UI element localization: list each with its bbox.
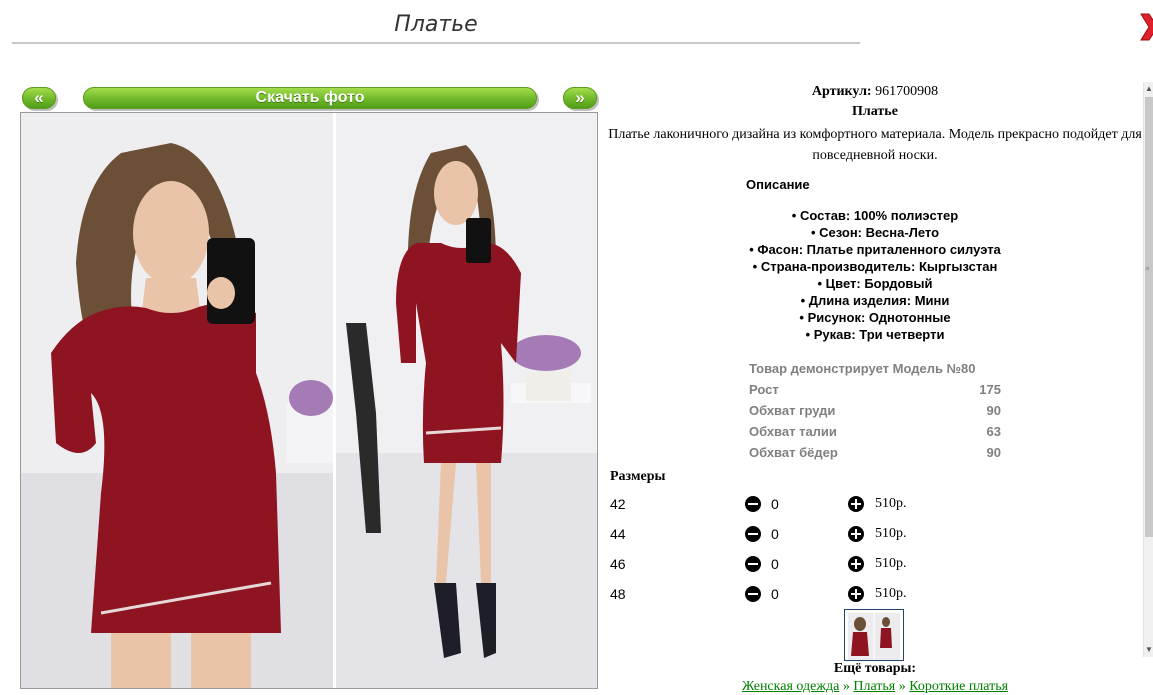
minus-icon[interactable] <box>745 496 761 512</box>
article-value: 961700908 <box>875 84 939 99</box>
next-photo-button[interactable]: » <box>563 87 597 109</box>
photo-thumbnail[interactable] <box>844 609 904 661</box>
scrollbar-thumb[interactable] <box>1145 97 1153 537</box>
download-photo-button[interactable]: Скачать фото <box>83 87 537 109</box>
property-item: • Цвет: Бордовый <box>817 276 933 291</box>
page-title: Платье <box>12 10 860 44</box>
size-price: 510р. <box>875 586 907 601</box>
measurement-row: Обхват бёдер 90 <box>749 445 1001 460</box>
property-list: • Состав: 100% полиэстер • Сезон: Весна-… <box>606 207 1144 343</box>
size-row: 48 0 510р. <box>610 584 930 604</box>
minus-icon[interactable] <box>745 586 761 602</box>
property-item: • Фасон: Платье приталенного силуэта <box>749 242 1001 257</box>
size-quantity: 0 <box>771 526 779 542</box>
size-quantity: 0 <box>771 496 779 512</box>
property-item: • Длина изделия: Мини <box>800 293 950 308</box>
scroll-down-icon[interactable]: ▼ <box>1144 645 1153 655</box>
grip-icon: ≡ <box>1145 264 1150 273</box>
breadcrumb-link[interactable]: Платья <box>853 679 895 694</box>
sizes-heading: Размеры <box>610 469 666 484</box>
prev-photo-button[interactable]: « <box>22 87 56 109</box>
size-row: 42 0 510р. <box>610 494 930 514</box>
plus-icon[interactable] <box>848 496 864 512</box>
size-row: 44 0 510р. <box>610 524 930 544</box>
product-photo <box>20 112 598 689</box>
breadcrumb-separator: » <box>842 679 850 694</box>
size-label: 46 <box>610 556 626 572</box>
breadcrumb: Женская одежда » Платья » Короткие плать… <box>606 679 1144 695</box>
size-quantity: 0 <box>771 586 779 602</box>
size-price: 510р. <box>875 556 907 571</box>
close-icon <box>1135 12 1153 42</box>
property-item: • Страна-производитель: Кыргызстан <box>752 259 998 274</box>
breadcrumb-separator: » <box>898 679 906 694</box>
size-price: 510р. <box>875 496 907 511</box>
description-heading: Описание <box>746 177 810 192</box>
size-row: 46 0 510р. <box>610 554 930 574</box>
property-item: • Состав: 100% полиэстер <box>791 208 959 223</box>
breadcrumb-link[interactable]: Женская одежда <box>742 679 839 694</box>
size-label: 44 <box>610 526 626 542</box>
breadcrumb-link[interactable]: Короткие платья <box>909 679 1008 694</box>
size-label: 48 <box>610 586 626 602</box>
vertical-scrollbar[interactable]: ▲ ≡ ▼ <box>1143 82 1153 657</box>
article-label: Артикул: <box>811 84 872 99</box>
more-products-heading: Ещё товары: <box>833 661 917 676</box>
product-name: Платье <box>852 104 898 119</box>
property-item: • Рисунок: Однотонные <box>799 310 951 325</box>
property-item: • Сезон: Весна-Лето <box>810 225 940 240</box>
size-quantity: 0 <box>771 556 779 572</box>
product-description: Платье лаконичного дизайна из комфортног… <box>608 127 1142 163</box>
measurement-row: Обхват груди 90 <box>749 403 1001 418</box>
measurement-row: Рост 175 <box>749 382 1001 397</box>
photo-right <box>336 113 597 688</box>
close-button[interactable] <box>1135 12 1153 42</box>
plus-icon[interactable] <box>848 526 864 542</box>
scroll-up-icon[interactable]: ▲ <box>1144 84 1153 94</box>
size-label: 42 <box>610 496 626 512</box>
plus-icon[interactable] <box>848 556 864 572</box>
article-line: Артикул: 961700908 <box>606 84 1144 100</box>
measurement-row: Обхват талии 63 <box>749 424 1001 439</box>
size-price: 510р. <box>875 526 907 541</box>
minus-icon[interactable] <box>745 556 761 572</box>
property-item: • Рукав: Три четверти <box>805 327 945 342</box>
model-heading: Товар демонстрирует Модель №80 <box>749 361 976 376</box>
model-measurements: Товар демонстрирует Модель №80 Рост 175 О… <box>749 360 1001 465</box>
plus-icon[interactable] <box>848 586 864 602</box>
photo-left <box>21 113 333 688</box>
minus-icon[interactable] <box>745 526 761 542</box>
